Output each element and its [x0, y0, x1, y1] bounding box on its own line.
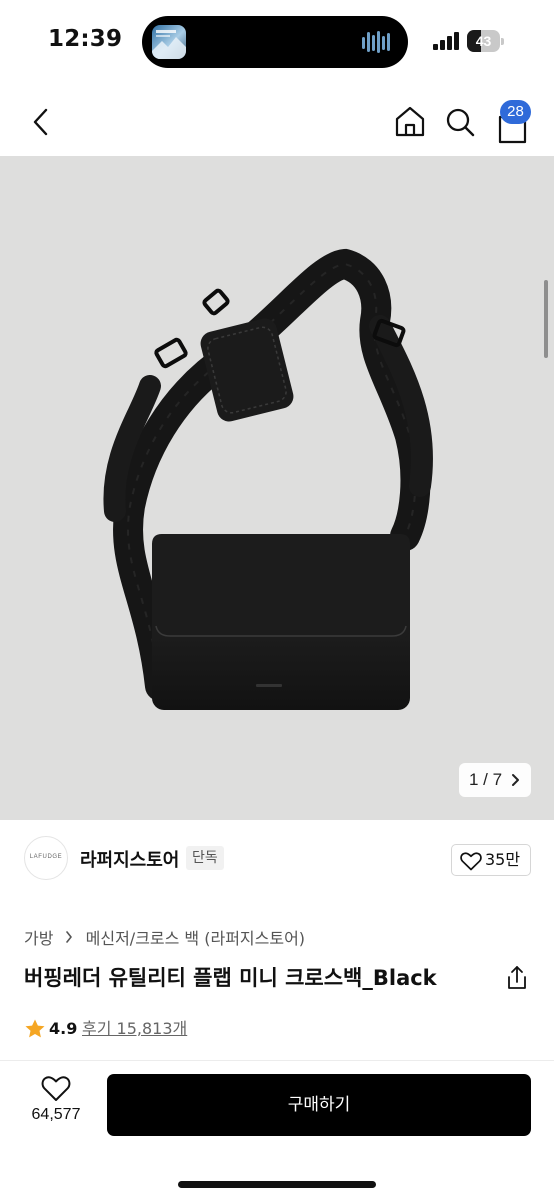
exclusive-badge: 단독: [186, 846, 224, 870]
gallery-page-counter[interactable]: 1 / 7: [459, 763, 531, 797]
dynamic-island[interactable]: [142, 16, 408, 68]
cart-button[interactable]: 28: [490, 100, 536, 144]
share-icon: [508, 966, 526, 989]
cart-count-badge: 28: [500, 100, 531, 124]
battery-icon: 43: [467, 30, 505, 52]
buy-button[interactable]: 구매하기: [107, 1074, 531, 1136]
product-photo-crossbag: [103, 248, 433, 710]
back-button[interactable]: [22, 102, 62, 142]
status-bar: 12:39 43: [0, 0, 554, 84]
breadcrumb: 가방 메신저/크로스 백 (라퍼지스토어): [24, 925, 305, 948]
heart-icon: [41, 1076, 71, 1101]
status-time: 12:39: [48, 26, 123, 52]
reviews-link[interactable]: 후기 15,813개: [82, 1018, 187, 1040]
heart-icon: [460, 852, 482, 871]
store-row: LAFUDGE 라퍼지스토어 단독 35만: [0, 832, 554, 888]
search-icon: [446, 108, 475, 137]
store-like-button[interactable]: 35만: [451, 844, 531, 876]
chevron-right-icon: [65, 928, 73, 947]
breadcrumb-subcategory[interactable]: 메신저/크로스 백 (라퍼지스토어): [86, 929, 305, 948]
battery-level: 43: [475, 33, 492, 49]
home-icon: [395, 106, 425, 137]
store-logo-text: LAFUDGE: [29, 854, 63, 860]
back-chevron-icon: [33, 108, 48, 136]
home-button[interactable]: [390, 102, 430, 142]
wishlist-count: 64,577: [31, 1106, 81, 1123]
wishlist-button[interactable]: 64,577: [14, 1075, 98, 1149]
store-name[interactable]: 라퍼지스토어: [80, 846, 179, 872]
home-indicator[interactable]: [178, 1181, 376, 1188]
breadcrumb-category[interactable]: 가방: [24, 929, 53, 948]
cellular-signal-icon: [433, 32, 459, 50]
gallery-page-text: 1 / 7: [469, 770, 503, 789]
search-button[interactable]: [440, 102, 480, 142]
audio-waveform-icon: [362, 31, 390, 53]
scrollbar[interactable]: [544, 280, 548, 358]
chevron-right-icon: [511, 763, 521, 809]
store-logo[interactable]: LAFUDGE: [24, 836, 68, 880]
top-navigation: 28: [0, 90, 554, 154]
share-button[interactable]: [504, 964, 530, 992]
rating-value: 4.9: [49, 1019, 78, 1038]
star-icon: [25, 1019, 45, 1038]
now-playing-artwork: [152, 25, 186, 59]
product-title: 버핑레더 유틸리티 플랩 미니 크로스백_Black: [24, 966, 437, 990]
store-like-count: 35만: [485, 850, 521, 869]
bottom-action-bar: 64,577 구매하기: [0, 1060, 554, 1200]
product-image-gallery[interactable]: [0, 156, 554, 820]
